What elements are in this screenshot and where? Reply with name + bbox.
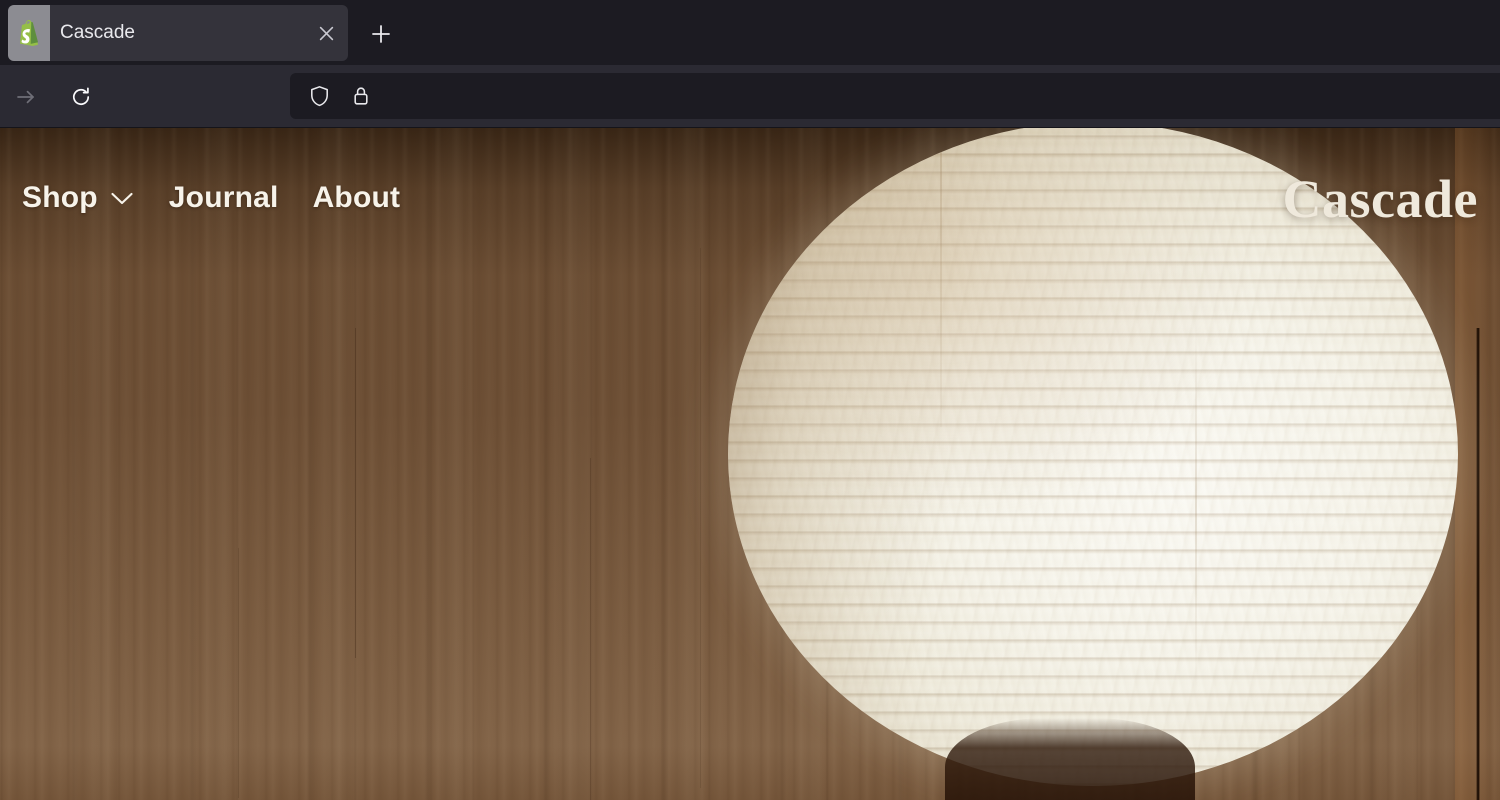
shopify-bag-icon: [8, 5, 50, 61]
site-logo-wordmark[interactable]: Cascade: [1283, 168, 1478, 230]
address-bar[interactable]: [290, 73, 1500, 119]
browser-window: Cascade Shop Journal About Cascade: [0, 0, 1500, 800]
browser-toolbar: [0, 65, 1500, 128]
nav-item-about[interactable]: About: [313, 181, 401, 215]
lock-icon[interactable]: [347, 82, 375, 110]
wood-grain-line: [590, 458, 591, 800]
site-header: Shop Journal About Cascade: [0, 128, 1500, 268]
wood-grain-line: [700, 248, 701, 788]
tab-title: Cascade: [60, 22, 135, 43]
reload-button[interactable]: [63, 79, 99, 115]
browser-tab-cascade[interactable]: Cascade: [8, 5, 348, 61]
nav-item-journal[interactable]: Journal: [169, 181, 279, 215]
wood-panel-seam: [1476, 328, 1480, 800]
nav-label-journal: Journal: [168, 181, 279, 214]
page-viewport: Shop Journal About Cascade: [0, 128, 1500, 800]
nav-label-shop: Shop: [22, 181, 98, 214]
wood-grain-line: [355, 328, 356, 658]
tab-strip: Cascade: [0, 0, 1500, 65]
lantern-drop-shadow: [945, 718, 1195, 800]
shield-icon[interactable]: [305, 82, 333, 110]
primary-navigation: Shop Journal About: [22, 181, 400, 215]
nav-label-about: About: [312, 181, 401, 214]
close-icon[interactable]: [314, 21, 338, 45]
forward-button[interactable]: [8, 79, 44, 115]
chevron-down-icon[interactable]: [109, 190, 135, 206]
wood-grain-line: [238, 548, 239, 798]
nav-item-shop[interactable]: Shop: [22, 181, 135, 215]
new-tab-button[interactable]: [364, 17, 398, 51]
